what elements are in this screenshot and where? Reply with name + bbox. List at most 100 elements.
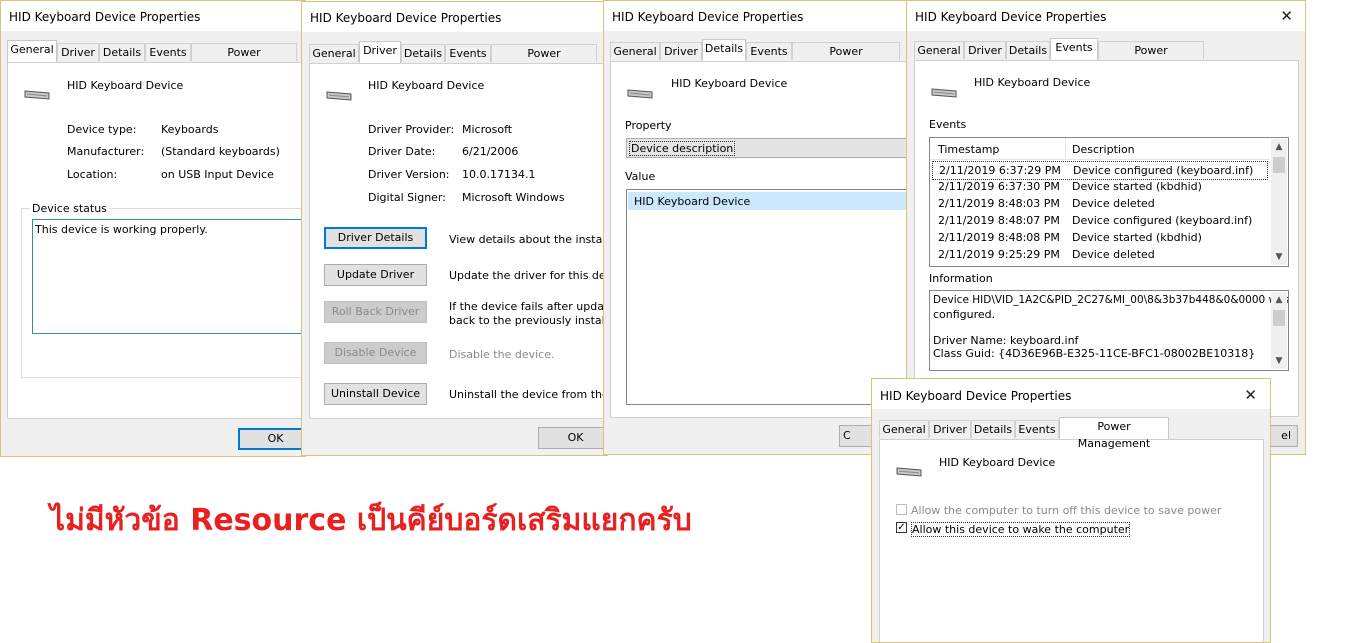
tab-panel: HID Keyboard Device Property Device desc… <box>610 61 909 418</box>
scroll-thumb[interactable] <box>1273 310 1285 326</box>
tab-events[interactable]: Events <box>145 43 191 61</box>
tab-general[interactable]: General <box>914 41 964 59</box>
tab-events[interactable]: Events <box>746 42 792 60</box>
value-listbox[interactable]: HID Keyboard Device <box>626 189 909 405</box>
window-title: HID Keyboard Device Properties <box>915 10 1107 24</box>
uninstall-device-desc: Uninstall the device from the syst <box>449 388 608 401</box>
ok-button[interactable]: OK <box>238 428 305 450</box>
device-name: HID Keyboard Device <box>368 79 485 92</box>
allow-turn-off-checkbox[interactable] <box>896 504 907 515</box>
keyboard-icon <box>627 89 653 99</box>
events-header: Timestamp Description <box>930 138 1270 160</box>
event-row[interactable]: 2/11/2019 6:37:30 PM Device started (kbd… <box>932 178 1268 195</box>
driver-version-label: Driver Version: <box>368 168 450 181</box>
device-name: HID Keyboard Device <box>939 456 1056 469</box>
manufacturer-value: (Standard keyboards) <box>161 145 280 158</box>
info-line-3: Driver Name: keyboard.inf <box>933 334 1079 347</box>
tab-driver[interactable]: Driver <box>359 41 401 63</box>
digital-signer-value: Microsoft Windows <box>462 191 565 204</box>
tab-details[interactable]: Details <box>1006 41 1050 59</box>
update-driver-button[interactable]: Update Driver <box>324 264 427 286</box>
information-scrollbar[interactable]: ▲ ▼ <box>1271 292 1287 369</box>
tab-driver[interactable]: Driver <box>660 42 702 60</box>
tab-general[interactable]: General <box>309 44 359 62</box>
title-bar[interactable]: HID Keyboard Device Properties <box>1 1 305 31</box>
roll-back-driver-button[interactable]: Roll Back Driver <box>324 301 427 323</box>
tab-details[interactable]: Details <box>702 39 746 61</box>
scroll-thumb[interactable] <box>1273 157 1285 173</box>
event-row[interactable]: 2/11/2019 8:48:07 PM Device configured (… <box>932 212 1268 229</box>
title-bar[interactable]: HID Keyboard Device Properties <box>604 1 909 31</box>
keyboard-icon <box>896 467 922 477</box>
device-status-group: Device status This device is working pro… <box>21 202 305 378</box>
scroll-up-icon[interactable]: ▲ <box>1271 292 1287 308</box>
events-listview[interactable]: Timestamp Description 2/11/2019 6:37:29 … <box>929 137 1289 267</box>
tab-details[interactable]: Details <box>99 43 145 61</box>
info-line-1: Device HID\VID_1A2C&PID_2C27&MI_00\8&3b3… <box>933 294 1289 306</box>
tab-power-management[interactable]: Power Management <box>792 42 900 75</box>
tab-power-management[interactable]: Power Management <box>1059 417 1169 450</box>
window-title: HID Keyboard Device Properties <box>612 10 804 24</box>
event-description: Device configured (keyboard.inf) <box>1072 214 1253 227</box>
driver-date-value: 6/21/2006 <box>462 145 519 158</box>
tab-events[interactable]: Events <box>1050 38 1098 60</box>
disable-device-button[interactable]: Disable Device <box>324 342 427 364</box>
location-value: on USB Input Device <box>161 168 274 181</box>
uninstall-device-button[interactable]: Uninstall Device <box>324 383 427 405</box>
device-type-value: Keyboards <box>161 123 219 136</box>
close-icon[interactable]: ✕ <box>1280 7 1293 25</box>
tab-power-management[interactable]: Power Management <box>491 44 597 77</box>
window-title: HID Keyboard Device Properties <box>9 10 201 24</box>
tab-power-management[interactable]: Power Management <box>191 43 297 76</box>
tab-general[interactable]: General <box>879 420 929 438</box>
tab-events[interactable]: Events <box>1015 420 1059 438</box>
allow-wake-checkbox[interactable]: ✓ <box>896 522 907 533</box>
property-dropdown-value: Device description <box>629 141 736 156</box>
driver-version-value: 10.0.17134.1 <box>462 168 536 181</box>
scroll-down-icon[interactable]: ▼ <box>1271 353 1287 369</box>
events-scrollbar[interactable]: ▲ ▼ <box>1271 139 1287 265</box>
allow-turn-off-label[interactable]: Allow the computer to turn off this devi… <box>911 504 1221 517</box>
event-row[interactable]: 2/11/2019 9:25:29 PM Device deleted <box>932 246 1268 263</box>
disable-device-desc: Disable the device. <box>449 348 555 361</box>
info-line-2: configured. <box>933 308 996 321</box>
scroll-up-icon[interactable]: ▲ <box>1271 139 1287 155</box>
col-description[interactable]: Description <box>1072 143 1135 156</box>
col-timestamp[interactable]: Timestamp <box>938 143 999 156</box>
tab-driver[interactable]: Driver <box>57 43 99 61</box>
tab-driver[interactable]: Driver <box>964 41 1006 59</box>
device-name: HID Keyboard Device <box>67 79 184 92</box>
tab-panel: HID Keyboard Device Allow the computer t… <box>879 439 1264 642</box>
roll-back-desc-line2: back to the previously installed dr <box>449 314 607 327</box>
device-status-text: This device is working properly. <box>35 223 208 236</box>
tab-power-management[interactable]: Power Management <box>1098 41 1204 74</box>
tab-general[interactable]: General <box>7 40 57 62</box>
ok-button[interactable]: OK <box>538 427 607 449</box>
driver-details-desc: View details about the installed dr <box>449 233 607 246</box>
driver-date-label: Driver Date: <box>368 145 436 158</box>
title-bar[interactable]: HID Keyboard Device Properties <box>302 2 607 32</box>
device-status-textbox[interactable]: This device is working properly. <box>32 219 305 334</box>
tab-events[interactable]: Events <box>445 44 491 62</box>
tab-details[interactable]: Details <box>401 44 445 62</box>
scroll-down-icon[interactable]: ▼ <box>1271 249 1287 265</box>
driver-details-button[interactable]: Driver Details <box>324 227 427 249</box>
title-bar[interactable]: HID Keyboard Device Properties ✕ <box>907 1 1305 31</box>
event-row[interactable]: 2/11/2019 8:48:08 PM Device started (kbd… <box>932 229 1268 246</box>
close-icon[interactable]: ✕ <box>1244 386 1257 404</box>
tab-driver[interactable]: Driver <box>929 420 971 438</box>
value-item-selected[interactable]: HID Keyboard Device <box>628 192 909 210</box>
window-power-management: HID Keyboard Device Properties ✕ General… <box>871 378 1271 643</box>
information-textbox[interactable]: Device HID\VID_1A2C&PID_2C27&MI_00\8&3b3… <box>929 290 1289 371</box>
property-label: Property <box>625 119 672 132</box>
tab-general[interactable]: General <box>610 42 660 60</box>
allow-wake-label[interactable]: Allow this device to wake the computer <box>911 522 1131 537</box>
keyboard-icon <box>24 90 50 100</box>
title-bar[interactable]: HID Keyboard Device Properties ✕ <box>872 379 1270 409</box>
property-dropdown[interactable]: Device description <box>626 138 909 158</box>
event-timestamp: 2/11/2019 8:48:08 PM <box>938 231 1060 244</box>
keyboard-icon <box>326 91 352 101</box>
device-name: HID Keyboard Device <box>974 76 1091 89</box>
event-row[interactable]: 2/11/2019 8:48:03 PM Device deleted <box>932 195 1268 212</box>
tab-details[interactable]: Details <box>971 420 1015 438</box>
